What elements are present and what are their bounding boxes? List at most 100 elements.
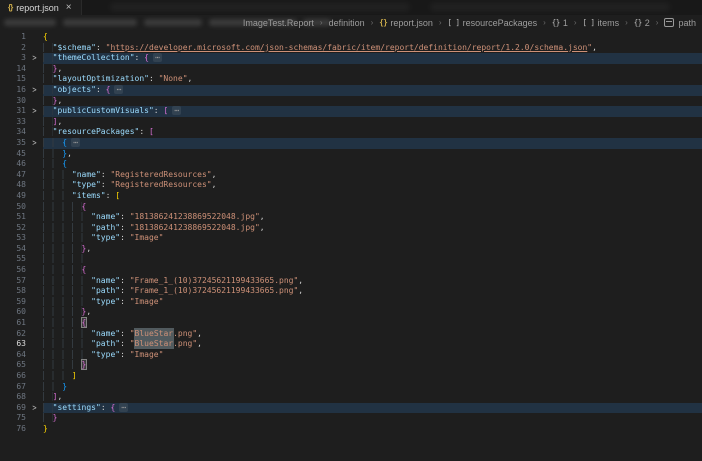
code-line[interactable]: 3 > "themeCollection": {⋯ xyxy=(0,53,702,64)
code-line[interactable]: 33 ], xyxy=(0,116,702,128)
breadcrumb-item-1[interactable]: {} 1 xyxy=(552,18,568,28)
breadcrumb-separator-icon: › xyxy=(655,18,659,27)
code-token: "Frame_1_(10)37245621199433665.png" xyxy=(129,275,299,285)
breadcrumb-item-path[interactable]: path xyxy=(664,18,696,28)
code-line[interactable]: 45 }, xyxy=(0,148,702,160)
code-line[interactable]: 35 > {⋯ xyxy=(0,137,702,149)
code-token: "name" xyxy=(91,275,121,285)
code-token: "$schema" xyxy=(52,42,96,52)
code-line[interactable]: 51 "name": "181386241238869522048.jpg", xyxy=(0,212,702,223)
code-line-content: "$schema": "https://developer.microsoft.… xyxy=(43,42,702,54)
code-line[interactable]: 60 }, xyxy=(0,307,702,318)
line-number: 3 xyxy=(21,53,26,63)
folded-ellipsis[interactable]: ⋯ xyxy=(71,137,80,147)
code-token: { xyxy=(144,53,149,63)
folded-ellipsis[interactable]: ⋯ xyxy=(153,53,162,63)
code-line[interactable]: 61 { xyxy=(0,317,702,329)
code-line[interactable]: 48 "type": "RegisteredResources", xyxy=(0,180,702,191)
code-line-content: "path": "Frame_1_(10)37245621199433665.p… xyxy=(43,286,702,297)
breadcrumb-item-items[interactable]: [ ] items xyxy=(583,18,620,28)
code-token: : xyxy=(120,349,130,359)
code-line[interactable]: 64 "type": "Image" xyxy=(0,349,702,361)
line-number: 33 xyxy=(16,116,26,126)
code-token: "type" xyxy=(91,349,121,359)
code-line[interactable]: 57 "name": "Frame_1_(10)3724562119943366… xyxy=(0,275,702,287)
close-icon[interactable]: × xyxy=(66,2,72,13)
code-line[interactable]: 75 } xyxy=(0,413,702,424)
code-line[interactable]: 58 "path": "Frame_1_(10)3724562119943366… xyxy=(0,286,702,297)
code-token: , xyxy=(211,169,217,179)
code-token: { xyxy=(81,265,87,275)
code-token: "name" xyxy=(91,212,121,222)
code-line[interactable]: 30 }, xyxy=(0,95,702,107)
code-line[interactable]: 31 > "publicCustomVisuals": [⋯ xyxy=(0,106,702,117)
line-number: 48 xyxy=(16,180,26,190)
code-token: , xyxy=(298,286,304,296)
code-line[interactable]: 34 "resourcePackages": [ xyxy=(0,127,702,138)
line-number: 66 xyxy=(16,371,26,380)
code-token: , xyxy=(197,328,202,338)
folded-ellipsis[interactable]: ⋯ xyxy=(119,402,129,412)
code-token: , xyxy=(211,180,217,190)
code-token: : xyxy=(120,296,130,306)
code-token: "name" xyxy=(71,169,101,179)
code-line[interactable]: 1{ xyxy=(0,32,702,43)
code-token: : xyxy=(105,190,116,200)
code-token: "181386241238869522048.jpg" xyxy=(129,212,260,222)
line-number: 69 xyxy=(16,402,26,412)
code-line[interactable]: 15 "layoutOptimization": "None", xyxy=(0,74,702,85)
code-line-content: "layoutOptimization": "None", xyxy=(43,74,702,85)
code-token: : xyxy=(120,222,130,232)
json-file-icon: {} xyxy=(379,18,388,27)
line-number: 15 xyxy=(16,74,26,84)
code-token: "layoutOptimization" xyxy=(52,74,149,84)
code-token: , xyxy=(57,95,63,105)
code-token: "None" xyxy=(158,74,188,84)
code-line[interactable]: 63 "path": "BlueStar.png", xyxy=(0,339,702,350)
breadcrumb-separator-icon: › xyxy=(625,18,628,27)
code-line[interactable]: 56 { xyxy=(0,265,702,276)
code-line[interactable]: 65 } xyxy=(0,359,702,371)
code-line[interactable]: 54 }, xyxy=(0,243,702,255)
code-line[interactable]: 62 "name": "BlueStar.png", xyxy=(0,328,702,340)
folded-ellipsis[interactable]: ⋯ xyxy=(114,84,124,94)
code-token: BlueStar xyxy=(134,339,174,349)
code-token: "path" xyxy=(91,339,121,349)
code-line[interactable]: 68 ], xyxy=(0,392,702,403)
folded-ellipsis[interactable]: ⋯ xyxy=(172,106,182,116)
code-line[interactable]: 50 { xyxy=(0,201,702,213)
code-line-content: { xyxy=(43,159,702,170)
code-token: "items" xyxy=(71,190,106,200)
tab-report-json[interactable]: {} report.json × xyxy=(0,0,82,15)
line-number: 34 xyxy=(16,127,26,137)
code-token: { xyxy=(110,402,116,412)
code-line[interactable]: 14 }, xyxy=(0,63,702,75)
code-line[interactable]: 76} xyxy=(0,424,702,435)
array-symbol-icon: [ ] xyxy=(582,18,596,27)
code-line[interactable]: 66 ] xyxy=(0,371,702,382)
code-line[interactable]: 69 > "settings": {⋯ xyxy=(0,402,702,414)
code-line[interactable]: 49 "items": [ xyxy=(0,190,702,202)
code-token: " xyxy=(129,328,135,338)
line-number: 64 xyxy=(16,349,26,359)
code-line[interactable]: 46 { xyxy=(0,159,702,170)
breadcrumb-item-2[interactable]: {} 2 xyxy=(634,18,650,28)
code-line-content: } xyxy=(43,424,702,435)
line-number: 63 xyxy=(16,339,26,349)
code-token: , xyxy=(197,339,202,349)
code-line[interactable]: 67 } xyxy=(0,381,702,393)
code-line[interactable]: 53 "type": "Image" xyxy=(0,233,702,244)
code-line-content: "name": "Frame_1_(10)37245621199433665.p… xyxy=(43,275,702,287)
breadcrumb-item-report-json[interactable]: {} report.json xyxy=(379,18,433,28)
code-line[interactable]: 16 > "objects": {⋯ xyxy=(0,84,702,96)
line-number: 76 xyxy=(16,423,26,433)
code-line[interactable]: 2 "$schema": "https://developer.microsof… xyxy=(0,42,702,54)
code-line[interactable]: 47 "name": "RegisteredResources", xyxy=(0,169,702,181)
code-token: "objects" xyxy=(52,84,96,94)
breadcrumb-item-resourcepackages[interactable]: [ ] resourcePackages xyxy=(448,18,538,28)
code-line[interactable]: 59 "type": "Image" xyxy=(0,296,702,308)
code-token: : xyxy=(120,286,130,296)
code-token: } xyxy=(80,359,88,371)
code-line[interactable]: 55 xyxy=(0,254,702,265)
code-line[interactable]: 52 "path": "181386241238869522048.jpg", xyxy=(0,222,702,234)
